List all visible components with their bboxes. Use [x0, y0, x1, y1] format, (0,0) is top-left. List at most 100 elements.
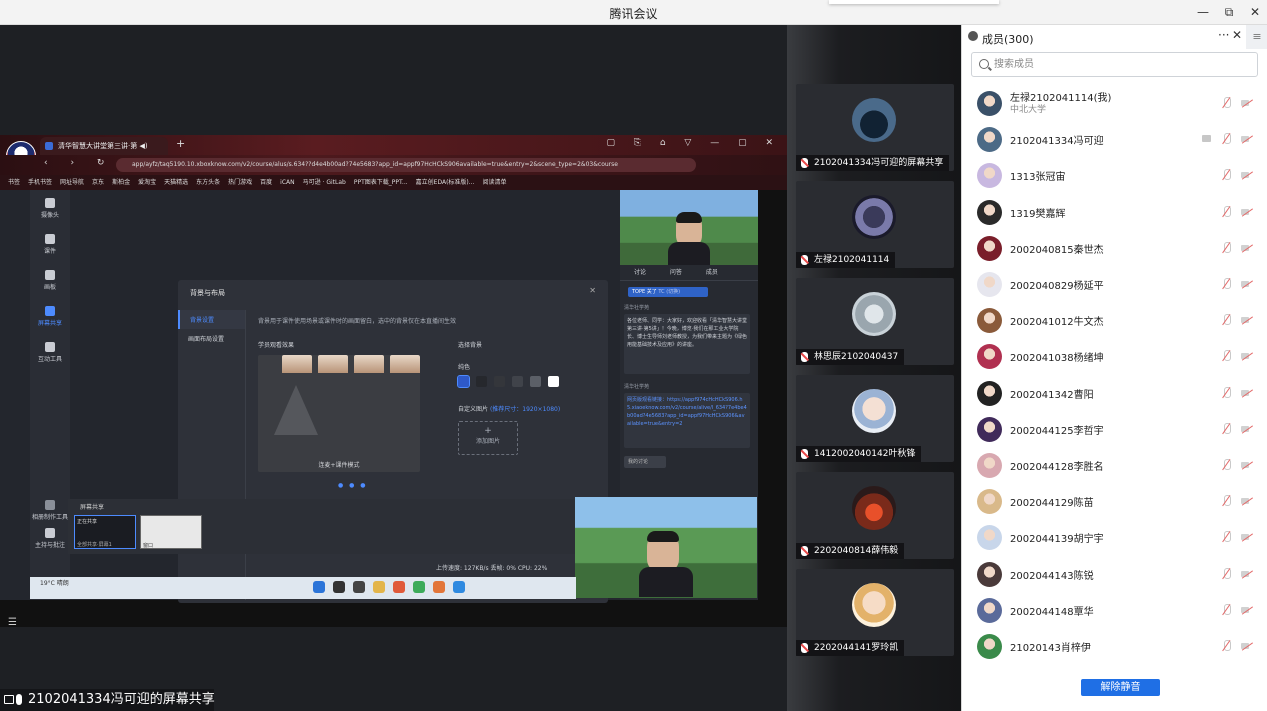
topic-chip[interactable]: TOPE 关了 TC (切换): [628, 287, 708, 297]
unmute-button[interactable]: 解除静音: [1081, 679, 1160, 696]
member-row[interactable]: 2102041334冯可迎: [962, 121, 1267, 157]
mic-off-icon[interactable]: [1221, 278, 1233, 290]
mic-off-icon[interactable]: [1221, 531, 1233, 543]
bookmark-item[interactable]: 斯柏金: [112, 179, 130, 186]
swatch-white[interactable]: [548, 376, 559, 387]
participant-tile[interactable]: 2202044141罗玲凯: [796, 569, 954, 656]
bookmark-item[interactable]: 爱淘宝: [138, 179, 156, 186]
participant-tile[interactable]: 1412002040142叶秋锋: [796, 375, 954, 462]
bookmark-item[interactable]: 天猫精选: [164, 179, 188, 186]
bookmark-item[interactable]: 网址导航: [60, 179, 84, 186]
browser-url-field[interactable]: app/ayfz/taq5190.10.xboxknow.com/v2/cour…: [116, 158, 696, 172]
participant-tile[interactable]: 2202040814薛伟毅: [796, 472, 954, 559]
bookmark-item[interactable]: 阅读清单: [483, 179, 507, 186]
nav-screen-share[interactable]: 屏幕共享: [30, 306, 70, 327]
search-icon[interactable]: [333, 581, 345, 593]
camera-off-icon[interactable]: [1241, 97, 1253, 109]
camera-off-icon[interactable]: [1241, 314, 1253, 326]
bookmark-item[interactable]: 百度: [260, 179, 272, 186]
chat-text-2[interactable]: 网页版观看链接：https://appf974cHcHCkS906.h5.xia…: [627, 396, 747, 428]
share-thumb-full[interactable]: 正在共享 全部共享·屏幕1: [74, 515, 136, 549]
nav-courseware[interactable]: 课件: [30, 234, 70, 255]
explorer-icon[interactable]: [373, 581, 385, 593]
mic-off-icon[interactable]: [1221, 241, 1233, 254]
browser-tab[interactable]: 清华智慧大讲堂第三讲·第 ◀): [40, 137, 168, 155]
app-icon[interactable]: [393, 581, 405, 593]
member-row[interactable]: 2002044143陈锐: [962, 556, 1267, 592]
bookmark-item[interactable]: 手机书签: [28, 179, 52, 186]
custom-size-link[interactable]: (推荐尺寸：1920×1080): [490, 406, 560, 413]
nav-host-annotate[interactable]: 主持与批注: [30, 528, 70, 549]
mic-off-icon[interactable]: [1221, 495, 1233, 507]
close-panel-icon[interactable]: ✕: [1232, 28, 1242, 42]
bookmark-item[interactable]: 东方头条: [196, 179, 220, 186]
camera-off-icon[interactable]: [1241, 387, 1253, 399]
share-thumb-window[interactable]: 窗口: [140, 515, 202, 549]
mic-off-icon[interactable]: [1221, 314, 1233, 326]
bookmark-item[interactable]: 马可逊 · GitLab: [303, 179, 346, 186]
mic-off-icon[interactable]: [1221, 350, 1233, 362]
bookmark-item[interactable]: 书签: [8, 179, 20, 186]
swatch-black[interactable]: [476, 376, 487, 387]
mic-off-icon[interactable]: [1221, 603, 1233, 616]
member-row[interactable]: 2002041012牛文杰: [962, 302, 1267, 338]
app3-icon[interactable]: [453, 581, 465, 593]
mic-off-icon[interactable]: [1221, 567, 1233, 580]
mic-off-icon[interactable]: [1221, 640, 1233, 652]
close-window-button[interactable]: ✕: [1243, 3, 1267, 21]
mic-off-icon[interactable]: [1221, 422, 1233, 435]
bookmark-item[interactable]: iCAN: [280, 179, 294, 186]
camera-off-icon[interactable]: [1241, 242, 1253, 254]
participant-tile[interactable]: 2102041334冯可迎的屏幕共享: [796, 84, 954, 171]
dialog-close-icon[interactable]: ✕: [589, 286, 596, 295]
add-image-box[interactable]: + 添加图片: [458, 421, 518, 455]
minimize-button[interactable]: —: [1191, 3, 1215, 21]
nav-album-tool[interactable]: 相册制作工具: [30, 500, 70, 521]
menu-icon[interactable]: ☰: [8, 617, 17, 627]
bookmark-item[interactable]: 京东: [92, 179, 104, 186]
browser-window-controls[interactable]: ▢ ⎘ ⌂ ▽ — ▢ ✕: [606, 138, 781, 148]
member-row[interactable]: 2002044128李胜名: [962, 447, 1267, 483]
camera-off-icon[interactable]: [1241, 133, 1253, 145]
mic-off-icon[interactable]: [1221, 205, 1233, 218]
camera-off-icon[interactable]: [1241, 278, 1253, 290]
browser-icon[interactable]: [413, 581, 425, 593]
mic-off-icon[interactable]: [1221, 459, 1233, 471]
nav-whiteboard[interactable]: 画板: [30, 270, 70, 291]
camera-off-icon[interactable]: [1241, 495, 1253, 507]
restore-button[interactable]: ⧉: [1217, 3, 1241, 21]
weather-widget[interactable]: 19°C 晴朗: [40, 580, 69, 588]
member-row[interactable]: 2002041342曹阳: [962, 375, 1267, 411]
more-icon[interactable]: ···: [1218, 28, 1229, 42]
start-icon[interactable]: [313, 581, 325, 593]
member-row[interactable]: 2002044148覃华: [962, 592, 1267, 628]
member-row[interactable]: 2002040829杨延平: [962, 266, 1267, 302]
search-input[interactable]: [994, 56, 1244, 73]
member-row[interactable]: 1313张冠宙: [962, 157, 1267, 193]
member-row[interactable]: 1319樊嘉辉: [962, 194, 1267, 230]
taskview-icon[interactable]: [353, 581, 365, 593]
camera-off-icon[interactable]: [1241, 568, 1253, 580]
camera-off-icon[interactable]: [1241, 640, 1253, 652]
app2-icon[interactable]: [433, 581, 445, 593]
member-row[interactable]: 2002041038杨绪坤: [962, 338, 1267, 374]
participant-tile[interactable]: 左禄2102041114: [796, 181, 954, 268]
camera-off-icon[interactable]: [1241, 206, 1253, 218]
mic-off-icon[interactable]: [1221, 169, 1233, 181]
nav-camera[interactable]: 摄像头: [30, 198, 70, 219]
new-tab-icon[interactable]: +: [176, 137, 185, 150]
camera-off-icon[interactable]: [1241, 169, 1253, 181]
participant-tile[interactable]: 林思辰2102040437: [796, 278, 954, 365]
dialog-tab-layout[interactable]: 画面布局设置: [178, 329, 245, 348]
member-row[interactable]: 2002044125李哲宇: [962, 411, 1267, 447]
mic-off-icon[interactable]: [1221, 133, 1233, 145]
dialog-tab-background[interactable]: 背景设置: [178, 310, 245, 329]
menu-icon[interactable]: ≡: [1246, 25, 1267, 49]
camera-off-icon[interactable]: [1241, 423, 1253, 435]
bookmark-item[interactable]: 嘉立创EDA(标准版)...: [416, 179, 475, 186]
member-row[interactable]: 2002044129陈苗: [962, 483, 1267, 519]
member-row[interactable]: 2002044139胡宁宇: [962, 519, 1267, 555]
bookmark-item[interactable]: PPT图表下载_PPT...: [354, 179, 408, 186]
camera-off-icon[interactable]: [1241, 459, 1253, 471]
member-row[interactable]: 左禄2102041114(我) 中北大学: [962, 85, 1267, 121]
